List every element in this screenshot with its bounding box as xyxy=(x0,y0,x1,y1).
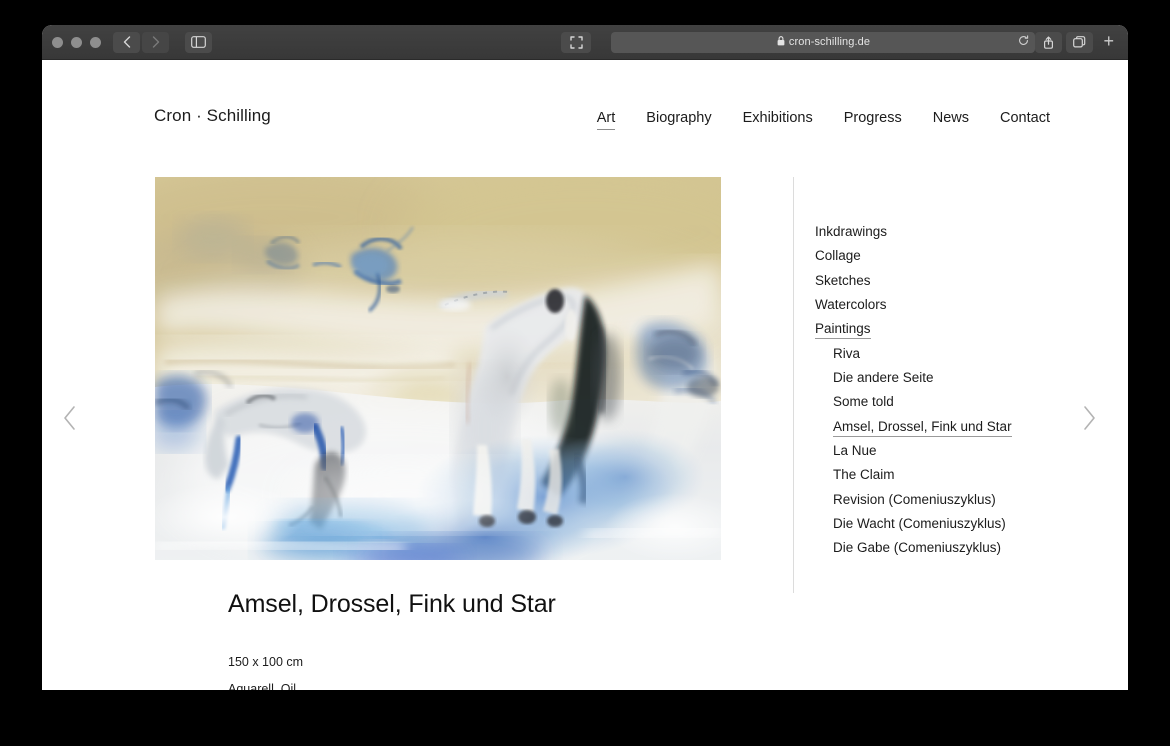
sidebar-item-label: Amsel, Drossel, Fink und Star xyxy=(833,418,1012,437)
toolbar-right-group: + xyxy=(1035,31,1118,53)
amsel-drossel-fink-und-star-painting xyxy=(155,177,721,560)
browser-toolbar: cron-schilling.de + xyxy=(42,25,1128,60)
close-window-button[interactable] xyxy=(52,36,63,48)
nav-item-biography[interactable]: Biography xyxy=(646,110,711,129)
maximize-window-button[interactable] xyxy=(90,36,101,48)
forward-button[interactable] xyxy=(142,31,169,53)
nav-label: Exhibitions xyxy=(742,110,813,126)
nav-label: Biography xyxy=(646,110,712,126)
expand-button[interactable] xyxy=(561,31,592,53)
sidebar-item-label: Some told xyxy=(833,394,894,410)
minimize-window-button[interactable] xyxy=(71,36,82,48)
nav-item-art[interactable]: Art xyxy=(596,110,616,130)
sidebar-item-amsel-drossel-fink-und-star[interactable]: Amsel, Drossel, Fink und Star xyxy=(815,418,1065,437)
artwork-title: Amsel, Drossel, Fink und Star xyxy=(228,590,556,618)
main-navigation: Art Biography Exhibitions Progress News … xyxy=(596,110,1050,130)
reload-button[interactable] xyxy=(1018,33,1029,51)
back-button[interactable] xyxy=(113,31,140,53)
sidebar-item-inkdrawings[interactable]: Inkdrawings xyxy=(815,224,1065,240)
sidebar-item-label: Riva xyxy=(833,345,861,361)
sidebar-item-collage[interactable]: Collage xyxy=(815,248,1065,264)
tab-overview-button[interactable] xyxy=(1066,31,1094,53)
address-bar-url: cron-schilling.de xyxy=(788,36,871,48)
site-brand[interactable]: Cron · Schilling xyxy=(154,106,271,126)
address-bar[interactable]: cron-schilling.de xyxy=(611,31,1036,53)
artwork-caption: Amsel, Drossel, Fink und Star 150 x 100 … xyxy=(228,590,828,690)
nav-label: Contact xyxy=(1000,110,1050,126)
nav-item-contact[interactable]: Contact xyxy=(1000,110,1050,129)
nav-item-exhibitions[interactable]: Exhibitions xyxy=(743,110,813,129)
browser-window: cron-schilling.de + Cron · Schilling Art… xyxy=(42,25,1128,690)
previous-artwork-button[interactable] xyxy=(62,405,88,431)
nav-label: Art xyxy=(596,110,616,126)
sidebar-item-label: Revision (Comeniuszyklus) xyxy=(833,491,996,507)
sidebar-item-die-andere-seite[interactable]: Die andere Seite xyxy=(815,370,1065,386)
sidebar-item-riva[interactable]: Riva xyxy=(815,345,1065,362)
artwork-dimensions: 150 x 100 cm xyxy=(228,655,304,669)
nav-item-news[interactable]: News xyxy=(933,110,969,129)
sidebar-item-die-gabe[interactable]: Die Gabe (Comeniuszyklus) xyxy=(815,541,1065,556)
sidebar-item-label: The Claim xyxy=(833,467,895,483)
next-artwork-button[interactable] xyxy=(1081,405,1107,431)
sidebar-item-label: Inkdrawings xyxy=(815,224,888,239)
window-controls xyxy=(52,36,101,48)
sidebar-item-label: La Nue xyxy=(833,443,877,459)
share-button[interactable] xyxy=(1035,31,1063,53)
new-tab-button[interactable]: + xyxy=(1097,32,1118,52)
sidebar-item-label: Collage xyxy=(815,248,861,264)
sidebar-item-label: Die Wacht (Comeniuszyklus) xyxy=(833,516,1006,532)
sidebar-item-label: Watercolors xyxy=(815,297,887,313)
sidebar-item-label: Die Gabe (Comeniuszyklus) xyxy=(833,540,1002,556)
navigation-buttons xyxy=(113,31,169,53)
sidebar-item-the-claim[interactable]: The Claim xyxy=(815,468,1065,483)
sidebar-item-la-nue[interactable]: La Nue xyxy=(815,443,1065,459)
lock-icon xyxy=(777,33,785,51)
nav-label: News xyxy=(932,110,970,126)
sidebar-item-watercolors[interactable]: Watercolors xyxy=(815,297,1065,313)
nav-item-progress[interactable]: Progress xyxy=(844,110,902,129)
sidebar-toggle-button[interactable] xyxy=(185,31,212,53)
sidebar-item-sketches[interactable]: Sketches xyxy=(815,272,1065,289)
webpage-content: Cron · Schilling Art Biography Exhibitio… xyxy=(42,60,1128,690)
sidebar-item-label: Die andere Seite xyxy=(833,370,934,386)
artwork-image-container[interactable] xyxy=(155,177,721,560)
artwork-medium: Aquarell, Oil xyxy=(228,682,297,690)
nav-label: Progress xyxy=(843,110,902,126)
sidebar-item-label: Sketches xyxy=(815,272,871,288)
sidebar-item-label: Paintings xyxy=(815,321,871,340)
sidebar-divider xyxy=(793,177,794,593)
sidebar-item-some-told[interactable]: Some told xyxy=(815,394,1065,410)
sidebar-item-die-wacht[interactable]: Die Wacht (Comeniuszyklus) xyxy=(815,516,1065,532)
sidebar-item-paintings[interactable]: Paintings xyxy=(815,321,1065,340)
sidebar-item-revision[interactable]: Revision (Comeniuszyklus) xyxy=(815,491,1065,508)
category-sidebar: Inkdrawings Collage Sketches Watercolors… xyxy=(815,224,1065,566)
